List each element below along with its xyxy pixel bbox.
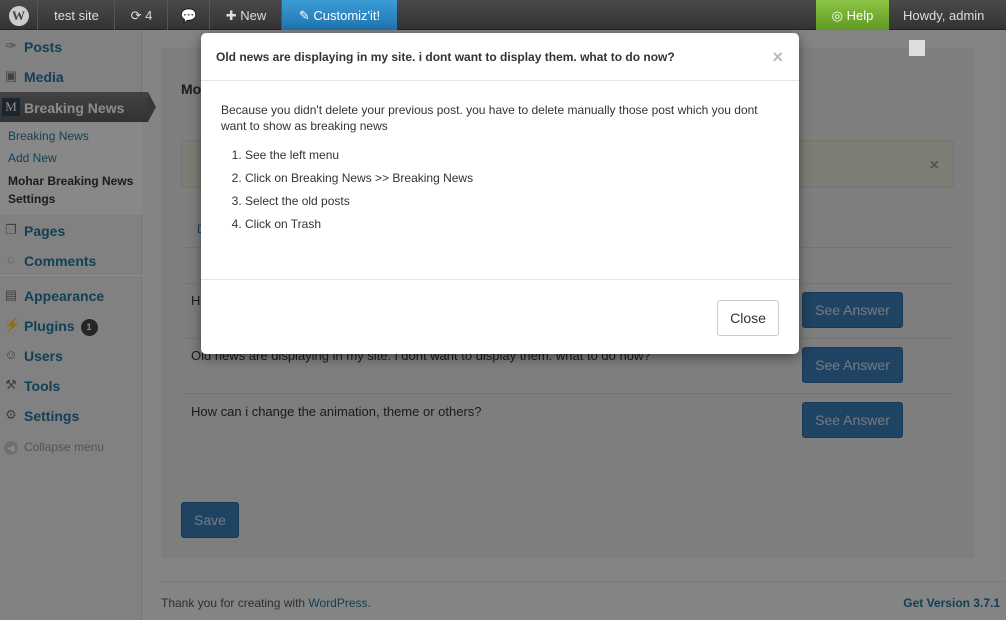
plus-icon: ✚ xyxy=(225,8,237,23)
modal-header: Old news are displaying in my site. i do… xyxy=(201,33,799,81)
admin-bar: W test site ⟳ 4 💬 ✚ New ✎ Customiz'it! ◎… xyxy=(0,0,1006,56)
howdy-label: Howdy, admin xyxy=(903,8,985,23)
step-item: Select the old posts xyxy=(245,193,781,209)
refresh-icon: ⟳ xyxy=(130,8,142,23)
customize-button[interactable]: ✎ Customiz'it! xyxy=(282,0,397,30)
modal-intro: Because you didn't delete your previous … xyxy=(221,103,758,133)
close-button[interactable]: Close xyxy=(717,300,779,336)
modal-title: Old news are displaying in my site. i do… xyxy=(216,50,675,64)
steps-list: See the left menu Click on Breaking News… xyxy=(221,147,781,232)
comments-icon[interactable]: 💬 xyxy=(169,0,210,30)
step-item: Click on Breaking News >> Breaking News xyxy=(245,170,781,186)
modal-footer: Close xyxy=(201,279,799,354)
avatar xyxy=(909,39,925,56)
modal-body: Because you didn't delete your previous … xyxy=(221,102,781,239)
updates-count: 4 xyxy=(145,8,153,23)
lifebuoy-icon: ◎ xyxy=(831,8,843,23)
brush-icon: ✎ xyxy=(298,8,310,23)
help-label: Help xyxy=(846,8,874,23)
step-item: Click on Trash xyxy=(245,216,781,232)
site-name-link[interactable]: test site xyxy=(39,0,115,30)
answer-modal: Old news are displaying in my site. i do… xyxy=(201,33,799,354)
wordpress-logo-icon[interactable]: W xyxy=(0,0,38,30)
new-label: New xyxy=(240,8,267,23)
step-item: See the left menu xyxy=(245,147,781,163)
updates-link[interactable]: ⟳ 4 xyxy=(116,0,168,30)
customize-label: Customiz'it! xyxy=(313,8,381,23)
account-menu[interactable]: Howdy, admin xyxy=(890,0,1006,56)
help-button[interactable]: ◎ Help xyxy=(816,0,889,30)
close-icon[interactable]: × xyxy=(772,47,783,68)
new-content-link[interactable]: ✚ New xyxy=(211,0,282,30)
